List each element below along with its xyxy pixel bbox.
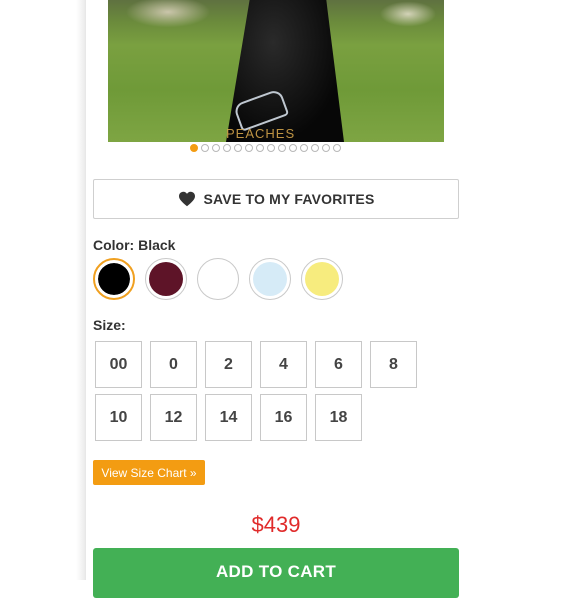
size-option[interactable]: 00 bbox=[95, 341, 142, 388]
size-option[interactable]: 6 bbox=[315, 341, 362, 388]
view-size-chart-button[interactable]: View Size Chart » bbox=[93, 460, 205, 485]
color-swatch-white[interactable] bbox=[197, 258, 239, 300]
carousel-dot[interactable] bbox=[223, 144, 231, 152]
carousel-dot[interactable] bbox=[278, 144, 286, 152]
size-label: Size: bbox=[93, 317, 126, 333]
product-image[interactable]: PEACHES bbox=[108, 0, 444, 142]
size-option[interactable]: 4 bbox=[260, 341, 307, 388]
size-option[interactable]: 2 bbox=[205, 341, 252, 388]
color-swatch-burgundy[interactable] bbox=[145, 258, 187, 300]
carousel-dot[interactable] bbox=[245, 144, 253, 152]
size-option[interactable]: 16 bbox=[260, 394, 307, 441]
carousel-dot[interactable] bbox=[234, 144, 242, 152]
carousel-dot[interactable] bbox=[289, 144, 297, 152]
carousel-dot[interactable] bbox=[311, 144, 319, 152]
color-swatches bbox=[93, 258, 343, 300]
swatch-fill bbox=[305, 262, 339, 296]
save-to-favorites-button[interactable]: SAVE TO MY FAVORITES bbox=[93, 179, 459, 219]
color-swatch-yellow[interactable] bbox=[301, 258, 343, 300]
swatch-fill bbox=[201, 262, 235, 296]
size-options: 00 0 2 4 6 8 10 12 14 16 18 bbox=[95, 341, 435, 441]
size-option[interactable]: 12 bbox=[150, 394, 197, 441]
size-option[interactable]: 14 bbox=[205, 394, 252, 441]
carousel-dot[interactable] bbox=[190, 144, 198, 152]
carousel-dot[interactable] bbox=[300, 144, 308, 152]
color-label: Color: Black bbox=[93, 237, 176, 253]
color-swatch-light-blue[interactable] bbox=[249, 258, 291, 300]
add-to-cart-button[interactable]: ADD TO CART bbox=[93, 548, 459, 598]
carousel-dot[interactable] bbox=[333, 144, 341, 152]
size-option[interactable]: 10 bbox=[95, 394, 142, 441]
page-edge-shadow bbox=[0, 0, 86, 580]
size-option[interactable]: 18 bbox=[315, 394, 362, 441]
carousel-dot[interactable] bbox=[201, 144, 209, 152]
size-option[interactable]: 8 bbox=[370, 341, 417, 388]
color-swatch-black[interactable] bbox=[93, 258, 135, 300]
save-to-favorites-label: SAVE TO MY FAVORITES bbox=[203, 191, 375, 207]
swatch-fill bbox=[149, 262, 183, 296]
swatch-fill bbox=[253, 262, 287, 296]
carousel-dot[interactable] bbox=[256, 144, 264, 152]
brand-watermark: PEACHES bbox=[226, 126, 296, 141]
carousel-dot[interactable] bbox=[212, 144, 220, 152]
carousel-dots bbox=[190, 144, 341, 152]
carousel-dot[interactable] bbox=[267, 144, 275, 152]
size-option[interactable]: 0 bbox=[150, 341, 197, 388]
swatch-fill bbox=[98, 263, 130, 295]
heart-icon bbox=[178, 191, 195, 207]
carousel-dot[interactable] bbox=[322, 144, 330, 152]
product-price: $439 bbox=[251, 512, 301, 537]
